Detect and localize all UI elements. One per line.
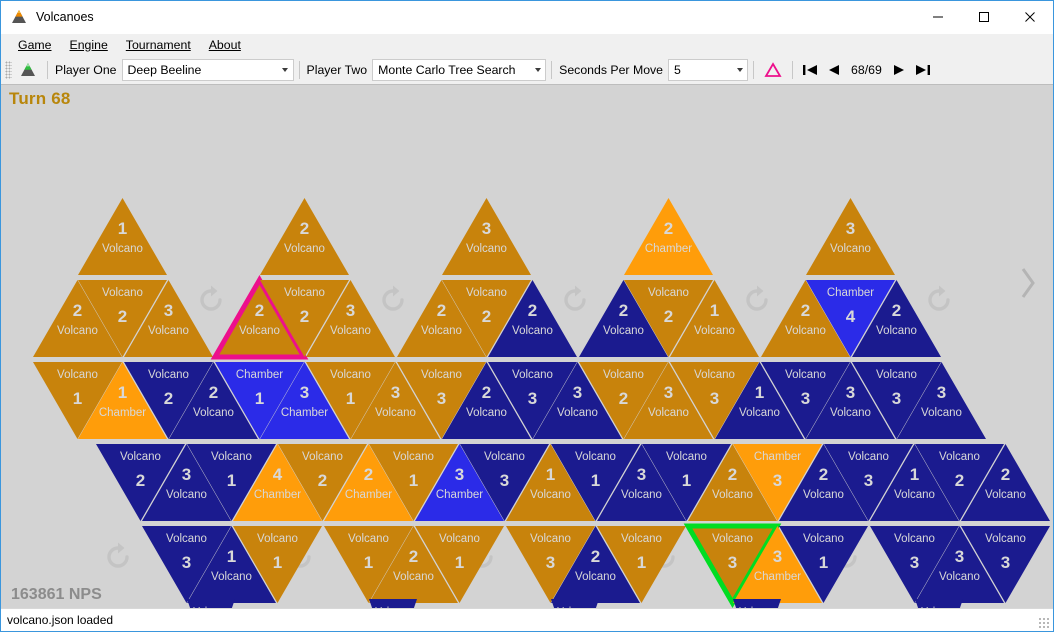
title-bar: Volcanoes — [1, 1, 1053, 34]
previous-icon[interactable] — [823, 59, 845, 81]
app-window: Volcanoes Game Engine Tournament About P… — [0, 0, 1054, 632]
next-icon[interactable] — [888, 59, 910, 81]
board-tile[interactable]: Volcano3 — [123, 279, 214, 358]
board-tile[interactable]: Volcano3 — [805, 197, 896, 276]
board-tile[interactable]: Volcano3 — [896, 361, 987, 440]
menu-item-engine[interactable]: Engine — [61, 36, 117, 54]
move-counter: 68/69 — [851, 63, 882, 77]
board-tile[interactable]: Volcano1 — [232, 525, 323, 604]
triangle-icon — [78, 198, 167, 275]
close-button[interactable] — [1007, 2, 1053, 33]
volcano-icon[interactable] — [18, 60, 38, 80]
status-message: volcano.json loaded — [7, 613, 114, 627]
game-board[interactable]: Turn 68 163861 NPS Volcano 1 Volcano 2 Volca… — [1, 85, 1053, 608]
board-tile[interactable]: Volcano1 — [550, 598, 600, 608]
triangle-icon — [260, 198, 349, 275]
triangle-icon — [415, 526, 504, 603]
triangle-icon — [961, 444, 1050, 521]
volcano-icon — [10, 8, 28, 26]
board-tile[interactable]: Volcano1 — [778, 525, 869, 604]
menu-item-about-label: About — [208, 37, 241, 52]
triangle-icon — [670, 280, 759, 357]
player-one-value: Deep Beeline — [127, 63, 202, 77]
board-tile[interactable]: Volcano3 — [186, 598, 236, 608]
board-tile[interactable]: Volcano3 — [305, 279, 396, 358]
seconds-per-move-select[interactable]: 5 — [668, 59, 749, 81]
board-tile[interactable]: Volcano2 — [914, 598, 964, 608]
triangle-icon — [488, 280, 577, 357]
menu-item-about[interactable]: About — [200, 36, 250, 54]
triangle-icon — [961, 526, 1050, 603]
triangle-icon — [915, 599, 963, 608]
seconds-per-move-value: 5 — [674, 63, 681, 77]
menu-item-engine-label: Engine — [69, 37, 108, 52]
triangle-icon — [624, 198, 713, 275]
player-two-label: Player Two — [306, 63, 368, 77]
board-tile[interactable]: Chamber 2 — [623, 197, 714, 276]
triangle-icon — [806, 198, 895, 275]
toolbar-separator — [298, 61, 300, 79]
toolbar: Player One Deep Beeline Player Two Monte… — [1, 56, 1053, 85]
board-tile[interactable]: Volcano1 — [77, 197, 168, 276]
board-tile[interactable]: Volcano2 — [487, 279, 578, 358]
chevron-right-icon[interactable] — [1017, 263, 1039, 303]
chevron-down-icon[interactable] — [732, 68, 747, 72]
triangle-icon — [852, 280, 941, 357]
triangle-icon — [233, 526, 322, 603]
triangle-icon — [442, 198, 531, 275]
board-tile[interactable]: Volcano1 — [669, 279, 760, 358]
menu-item-tournament-label: Tournament — [125, 37, 191, 52]
menu-item-tournament[interactable]: Tournament — [117, 36, 200, 54]
triangle-icon — [187, 599, 235, 608]
triangle-icon — [124, 280, 213, 357]
toolbar-grip[interactable] — [5, 61, 12, 79]
rotate-icon[interactable] — [101, 540, 135, 574]
board-tile[interactable]: Volcano3 — [368, 598, 418, 608]
chevron-down-icon[interactable] — [530, 68, 545, 72]
board-tile[interactable]: Volcano1 — [596, 525, 687, 604]
toolbar-separator — [551, 61, 553, 79]
board-tile[interactable]: Volcano3 — [441, 197, 532, 276]
status-bar: volcano.json loaded — [1, 608, 1053, 631]
board-tile[interactable]: Volcano3 — [960, 525, 1051, 604]
board-tile[interactable]: Volcano2 — [259, 197, 350, 276]
magenta-triangle-icon[interactable] — [763, 60, 783, 80]
triangle-icon — [733, 599, 781, 608]
player-one-label: Player One — [55, 63, 117, 77]
triangle-icon — [779, 526, 868, 603]
player-two-value: Monte Carlo Tree Search — [378, 63, 516, 77]
minimize-button[interactable] — [915, 2, 961, 33]
triangle-icon — [897, 362, 986, 439]
maximize-button[interactable] — [961, 2, 1007, 33]
window-title: Volcanoes — [36, 10, 94, 24]
menu-item-game-label: Game — [18, 37, 52, 52]
toolbar-separator — [792, 61, 794, 79]
board-tile[interactable]: Volcano2 — [960, 443, 1051, 522]
board-tile[interactable]: Volcano2 — [851, 279, 942, 358]
triangle-icon — [597, 526, 686, 603]
triangle-icon — [369, 599, 417, 608]
turn-label: Turn 68 — [9, 89, 71, 108]
skip-to-end-icon[interactable] — [912, 59, 934, 81]
resize-grip[interactable] — [1038, 617, 1050, 629]
nps-label: 163861 NPS — [11, 586, 102, 603]
chevron-down-icon[interactable] — [278, 68, 293, 72]
skip-to-start-icon[interactable] — [799, 59, 821, 81]
board-tile[interactable]: Volcano1 — [414, 525, 505, 604]
menu-item-game[interactable]: Game — [9, 36, 61, 54]
triangle-icon — [306, 280, 395, 357]
player-one-select[interactable]: Deep Beeline — [121, 59, 294, 81]
player-two-select[interactable]: Monte Carlo Tree Search — [372, 59, 547, 81]
triangle-icon — [551, 599, 599, 608]
toolbar-separator — [47, 61, 48, 79]
seconds-per-move-label: Seconds Per Move — [559, 63, 664, 77]
board-tile[interactable]: Volcano3 — [732, 598, 782, 608]
toolbar-separator — [753, 61, 755, 79]
menu-bar: Game Engine Tournament About — [1, 34, 1053, 56]
